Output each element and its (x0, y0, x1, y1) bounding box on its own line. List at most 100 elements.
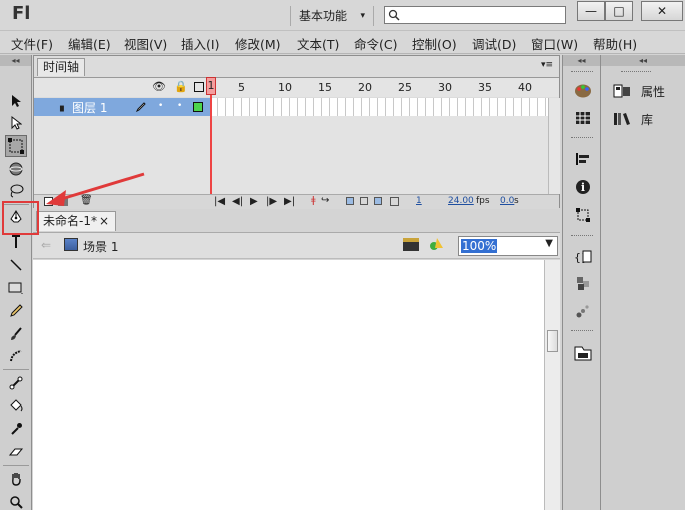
dock-collapse-button[interactable]: ◂◂ (601, 55, 685, 66)
menu-control[interactable]: 控制(O) (412, 34, 457, 53)
close-button[interactable]: ✕ (641, 1, 683, 21)
center-frame-icon[interactable]: ǂ (311, 195, 316, 206)
frame-grid[interactable] (210, 98, 548, 116)
properties-panel-button[interactable]: 属性 (611, 83, 681, 103)
workspace-switcher[interactable]: 基本功能 ▾ (290, 6, 374, 26)
onion-markers-icon[interactable] (390, 197, 399, 206)
ruler-label: 5 (238, 81, 245, 94)
zoom-select[interactable]: 100% ▼ (458, 236, 558, 256)
deco-icon[interactable] (5, 345, 27, 367)
title-bar: Fl 基本功能 ▾ — □ ✕ (0, 0, 685, 31)
lasso-icon[interactable] (5, 180, 27, 202)
menu-debug[interactable]: 调试(D) (472, 34, 516, 53)
current-frame-value[interactable]: 1 (416, 196, 422, 206)
tools-collapse-button[interactable]: ◂◂ (0, 55, 31, 66)
panel-grip[interactable] (571, 137, 593, 139)
layer-row[interactable]: ▗ 图层 1 • • (34, 98, 210, 116)
step-forward-icon[interactable]: |▶ (266, 196, 277, 207)
close-tab-icon[interactable]: × (99, 212, 109, 231)
chevron-down-icon: ▾ (360, 11, 365, 21)
actions-icon[interactable]: {} (573, 246, 593, 266)
panel-grip[interactable] (571, 71, 593, 73)
onion-skin-icon[interactable] (346, 197, 354, 205)
pencil-icon[interactable] (5, 300, 27, 322)
playhead-frame-label[interactable]: 1 (206, 77, 216, 95)
info-icon[interactable]: i (573, 177, 593, 197)
paint-bucket-icon[interactable] (5, 395, 27, 417)
menu-file[interactable]: 文件(F) (11, 34, 53, 53)
stage-canvas[interactable] (33, 260, 544, 510)
timeline-tab[interactable]: 时间轴 (37, 58, 85, 76)
project-icon[interactable] (573, 343, 593, 363)
eyedropper-icon[interactable] (5, 418, 27, 440)
panel-grip[interactable] (571, 330, 593, 332)
edit-scene-icon[interactable] (403, 238, 419, 251)
back-arrow-icon[interactable]: ⇐ (41, 238, 51, 252)
layer-color-swatch[interactable] (193, 102, 203, 112)
menu-edit[interactable]: 编辑(E) (68, 34, 111, 53)
visibility-dot-icon[interactable]: • (158, 101, 163, 111)
menu-window[interactable]: 窗口(W) (531, 34, 578, 53)
minimize-button[interactable]: — (577, 1, 605, 21)
layer-name[interactable]: 图层 1 (72, 99, 107, 116)
icon-dock: ◂◂ i {} (562, 55, 601, 510)
lock-dot-icon[interactable]: • (177, 101, 182, 111)
line-icon[interactable] (5, 254, 27, 276)
menu-text[interactable]: 文本(T) (297, 34, 339, 53)
edit-multiple-icon[interactable] (374, 197, 382, 205)
timeline-scrollbar[interactable] (548, 98, 560, 194)
playhead[interactable] (210, 77, 212, 209)
scene-name[interactable]: 场景 1 (83, 238, 118, 255)
menu-modify[interactable]: 修改(M) (235, 34, 281, 53)
free-transform-icon[interactable] (5, 135, 27, 157)
zoom-icon[interactable] (5, 491, 27, 510)
brush-icon[interactable] (5, 323, 27, 345)
scrollbar-thumb[interactable] (547, 330, 558, 352)
play-icon[interactable]: ▶ (250, 196, 258, 207)
annotation-arrow (46, 172, 145, 206)
align-icon[interactable] (573, 149, 593, 169)
chevron-down-icon: ▼ (545, 238, 553, 249)
last-frame-icon[interactable]: ▶| (284, 196, 295, 207)
flash-app-window: Fl 基本功能 ▾ — □ ✕ 文件(F) 编辑(E) 视图(V) 插入(I) … (0, 0, 685, 510)
3d-rotation-icon[interactable] (5, 158, 27, 180)
swatches-icon[interactable] (573, 108, 593, 128)
loop-icon[interactable]: ↪ (321, 195, 329, 206)
edit-symbols-icon[interactable] (429, 236, 445, 252)
onion-outline-icon[interactable] (360, 197, 368, 205)
zoom-value: 100% (461, 239, 498, 253)
transform-icon[interactable] (573, 205, 593, 225)
time-value[interactable]: 0.0 (500, 196, 514, 206)
panel-dock: ◂◂ 属性 库 (601, 55, 685, 510)
maximize-button[interactable]: □ (605, 1, 633, 21)
subselection-icon[interactable] (5, 112, 27, 134)
library-panel-button[interactable]: 库 (611, 111, 681, 131)
ruler-label: 15 (318, 81, 332, 94)
hand-icon[interactable] (5, 468, 27, 490)
outline-icon[interactable] (194, 82, 204, 92)
menu-help[interactable]: 帮助(H) (593, 34, 637, 53)
menu-insert[interactable]: 插入(I) (181, 34, 219, 53)
rectangle-icon[interactable] (5, 277, 27, 299)
menu-commands[interactable]: 命令(C) (354, 34, 397, 53)
document-tab[interactable]: 未命名-1* × (36, 211, 116, 231)
eraser-icon[interactable] (5, 441, 27, 463)
fps-value[interactable]: 24.00 (448, 196, 474, 206)
help-search-input[interactable] (384, 6, 566, 24)
stage-scrollbar[interactable] (544, 260, 560, 510)
arrow-tool-icon[interactable] (5, 90, 27, 112)
dock-collapse-button[interactable]: ◂◂ (563, 55, 600, 66)
motion-presets-icon[interactable] (573, 301, 593, 321)
panel-grip[interactable] (621, 71, 651, 73)
eye-icon[interactable]: 👁 (152, 80, 166, 93)
menu-view[interactable]: 视图(V) (124, 34, 167, 53)
color-palette-icon[interactable] (573, 81, 593, 101)
components-icon[interactable] (573, 273, 593, 293)
step-back-icon[interactable]: ◀| (232, 196, 243, 207)
bone-icon[interactable] (5, 372, 27, 394)
edit-bar: ⇐ 场景 1 100% ▼ (33, 232, 560, 259)
panel-grip[interactable] (571, 235, 593, 237)
panel-menu-icon[interactable]: ▾≡ (541, 60, 553, 70)
first-frame-icon[interactable]: |◀ (214, 196, 225, 207)
lock-icon[interactable]: 🔒 (174, 80, 188, 93)
